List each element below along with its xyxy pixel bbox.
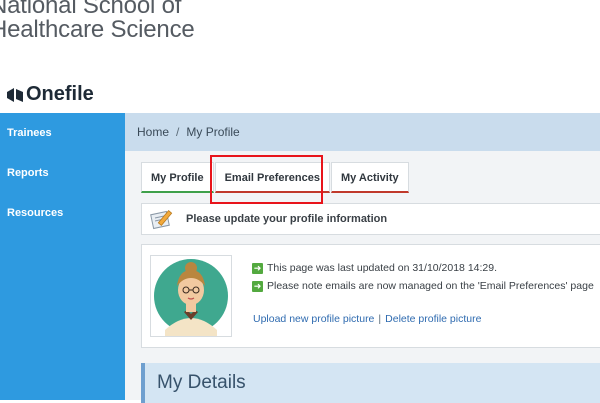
breadcrumb-current: My Profile bbox=[186, 125, 240, 139]
top-bar: Onefile bbox=[0, 73, 600, 114]
edit-note-icon bbox=[150, 207, 176, 243]
tab-my-profile[interactable]: My Profile bbox=[141, 162, 214, 193]
onefile-logo[interactable]: Onefile bbox=[6, 83, 94, 106]
profile-picture-links: Upload new profile picture | Delete profil… bbox=[253, 313, 481, 325]
update-profile-notice: Please update your profile information bbox=[141, 203, 600, 235]
profile-tabs: My Profile Email Preferences My Activity bbox=[141, 162, 410, 194]
logo-text: Onefile bbox=[26, 83, 94, 105]
my-details-header: My Details bbox=[141, 363, 600, 403]
tab-my-activity[interactable]: My Activity bbox=[330, 162, 409, 193]
arrow-right-icon: ➜ bbox=[252, 262, 263, 274]
delete-profile-picture-link[interactable]: Delete profile picture bbox=[385, 313, 481, 325]
profile-picture-frame bbox=[150, 255, 232, 337]
sidebar-item-trainees[interactable]: Trainees bbox=[0, 113, 125, 153]
breadcrumb-separator: / bbox=[176, 125, 180, 139]
notice-text: Please update your profile information bbox=[186, 213, 388, 225]
email-note-line: ➜ Please note emails are now managed on … bbox=[252, 277, 594, 295]
breadcrumb-home-link[interactable]: Home bbox=[137, 125, 169, 139]
organisation-title-line2: Healthcare Science bbox=[0, 16, 195, 43]
link-separator: | bbox=[378, 313, 382, 325]
arrow-right-icon: ➜ bbox=[252, 280, 263, 292]
sidebar-item-resources[interactable]: Resources bbox=[0, 193, 125, 233]
last-updated-text: This page was last updated on 31/10/2018… bbox=[267, 262, 498, 274]
main-content: Home / My Profile My Profile Email Prefere… bbox=[125, 113, 600, 403]
tab-email-preferences[interactable]: Email Preferences bbox=[214, 162, 330, 193]
organisation-title: National School of Healthcare Science bbox=[0, 0, 195, 42]
profile-info: ➜ This page was last updated on 31/10/20… bbox=[252, 259, 594, 295]
breadcrumb: Home / My Profile bbox=[125, 113, 600, 151]
upload-profile-picture-link[interactable]: Upload new profile picture bbox=[253, 313, 374, 325]
email-note-text: Please note emails are now managed on th… bbox=[267, 280, 594, 292]
avatar-icon bbox=[154, 259, 228, 336]
last-updated-line: ➜ This page was last updated on 31/10/20… bbox=[252, 259, 594, 277]
sidebar-item-reports[interactable]: Reports bbox=[0, 153, 125, 193]
sidebar: Trainees Reports Resources bbox=[0, 113, 125, 400]
profile-card: ➜ This page was last updated on 31/10/20… bbox=[141, 244, 600, 348]
onefile-logo-icon bbox=[7, 87, 23, 102]
